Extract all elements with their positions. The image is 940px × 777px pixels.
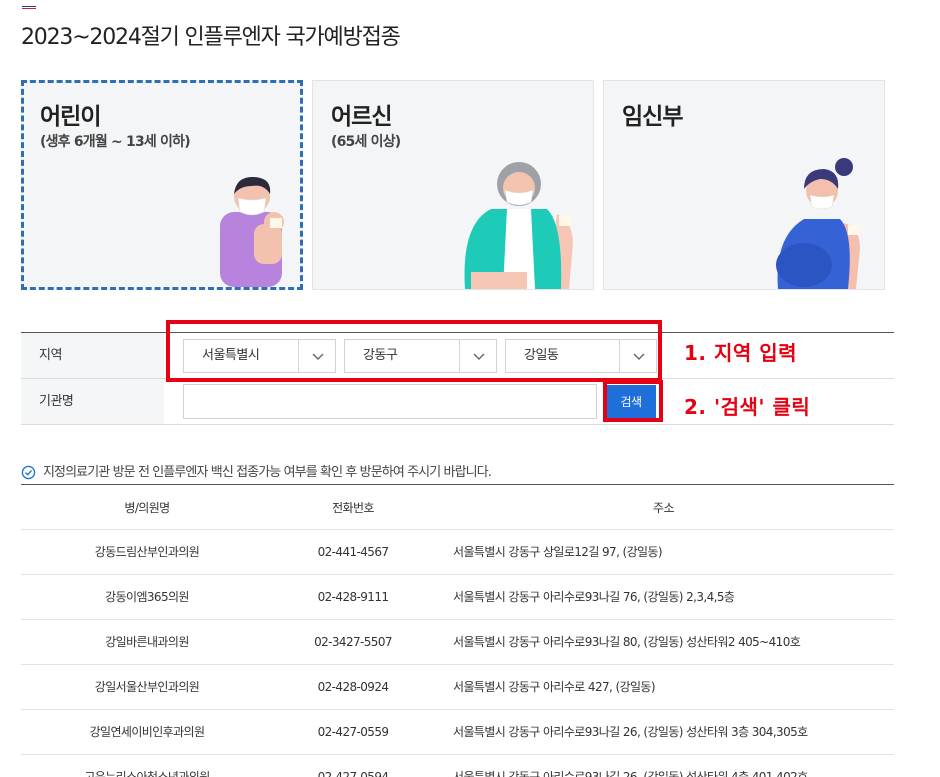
institution-tel: 02-428-9111 bbox=[317, 590, 389, 604]
table-row: 고운누리소아청소년과의원 02-427-0594 서울특별시 강동구 아리수로9… bbox=[21, 755, 894, 777]
card-subtitle: (65세 이상) bbox=[331, 134, 401, 150]
dong-select[interactable]: 강일동 bbox=[505, 339, 657, 373]
institution-name: 강동이엠365의원 bbox=[105, 590, 189, 604]
institution-label: 기관명 bbox=[21, 379, 164, 424]
chevron-down-icon bbox=[633, 353, 645, 360]
flag-mark bbox=[22, 6, 36, 9]
notice-bar: 지정의료기관 방문 전 인플루엔자 백신 접종가능 여부를 확인 후 방문하여 … bbox=[21, 464, 894, 485]
institution-name: 강일바른내과의원 bbox=[105, 635, 189, 649]
institution-address: 서울특별시 강동구 상일로12길 97, (강일동) bbox=[453, 545, 663, 559]
institution-name-input[interactable] bbox=[183, 384, 597, 419]
institution-address: 서울특별시 강동구 아리수로93나길 26, (강일동) 성산타워 4층 401… bbox=[453, 770, 808, 777]
card-title: 임신부 bbox=[622, 104, 683, 130]
notice-text: 지정의료기관 방문 전 인플루엔자 백신 접종가능 여부를 확인 후 방문하여 … bbox=[43, 465, 492, 480]
table-row: 강일바른내과의원 02-3427-5507 서울특별시 강동구 아리수로93나길… bbox=[21, 620, 894, 665]
header-name: 병/의원명 bbox=[124, 501, 170, 515]
card-title: 어린이 bbox=[40, 104, 101, 130]
institution-address: 서울특별시 강동구 아리수로 427, (강일동) bbox=[453, 680, 656, 694]
table-row: 강동이엠365의원 02-428-9111 서울특별시 강동구 아리수로93나길… bbox=[21, 575, 894, 620]
institution-address: 서울특별시 강동구 아리수로93나길 80, (강일동) 성산타워2 405~4… bbox=[453, 635, 801, 649]
institution-name: 강일연세이비인후과의원 bbox=[89, 725, 205, 739]
table-row: 강일연세이비인후과의원 02-427-0559 서울특별시 강동구 아리수로93… bbox=[21, 710, 894, 755]
header-address: 주소 bbox=[653, 501, 674, 515]
step2-annotation: 2. '검색' 클릭 bbox=[684, 395, 811, 419]
institution-tel: 02-427-0594 bbox=[317, 770, 389, 777]
chevron-down-icon bbox=[312, 353, 324, 360]
sido-select[interactable]: 서울특별시 bbox=[183, 339, 336, 373]
institution-tel: 02-3427-5507 bbox=[314, 635, 392, 649]
card-title: 어르신 bbox=[331, 104, 392, 130]
child-vaccination-illustration bbox=[220, 176, 284, 287]
search-button[interactable]: 검색 bbox=[606, 385, 656, 418]
region-label: 지역 bbox=[21, 333, 164, 378]
list-header: 병/의원명 전화번호 주소 bbox=[21, 486, 894, 530]
table-row: 강동드림산부인과의원 02-441-4567 서울특별시 강동구 상일로12길 … bbox=[21, 530, 894, 575]
institution-address: 서울특별시 강동구 아리수로93나길 76, (강일동) 2,3,4,5층 bbox=[453, 590, 735, 604]
institution-name: 강일서울산부인과의원 bbox=[94, 680, 200, 694]
target-card-elderly[interactable]: 어르신 (65세 이상) bbox=[312, 80, 594, 290]
target-card-child[interactable]: 어린이 (생후 6개월 ~ 13세 이하) bbox=[21, 80, 303, 290]
target-card-pregnant[interactable]: 임신부 bbox=[603, 80, 885, 290]
page-title: 2023~2024절기 인플루엔자 국가예방접종 bbox=[21, 25, 401, 50]
table-row: 강일서울산부인과의원 02-428-0924 서울특별시 강동구 아리수로 42… bbox=[21, 665, 894, 710]
step1-annotation: 1. 지역 입력 bbox=[684, 341, 798, 365]
institution-address: 서울특별시 강동구 아리수로93나길 26, (강일동) 성산타워 3층 304… bbox=[453, 725, 808, 739]
institution-list: 병/의원명 전화번호 주소 강동드림산부인과의원 02-441-4567 서울특… bbox=[21, 486, 894, 777]
sido-select-value: 서울특별시 bbox=[202, 348, 260, 363]
institution-name: 강동드림산부인과의원 bbox=[94, 545, 200, 559]
institution-tel: 02-441-4567 bbox=[317, 545, 389, 559]
pregnant-vaccination-illustration bbox=[776, 158, 860, 289]
card-subtitle: (생후 6개월 ~ 13세 이하) bbox=[40, 134, 191, 150]
institution-tel: 02-427-0559 bbox=[317, 725, 389, 739]
chevron-down-icon bbox=[473, 353, 485, 360]
sigungu-select[interactable]: 강동구 bbox=[344, 339, 497, 373]
dong-select-value: 강일동 bbox=[524, 348, 559, 363]
check-circle-icon bbox=[21, 465, 36, 480]
header-tel: 전화번호 bbox=[332, 501, 374, 515]
institution-name: 고운누리소아청소년과의원 bbox=[84, 770, 210, 777]
elderly-vaccination-illustration bbox=[464, 162, 573, 289]
sigungu-select-value: 강동구 bbox=[363, 348, 398, 363]
institution-tel: 02-428-0924 bbox=[317, 680, 389, 694]
